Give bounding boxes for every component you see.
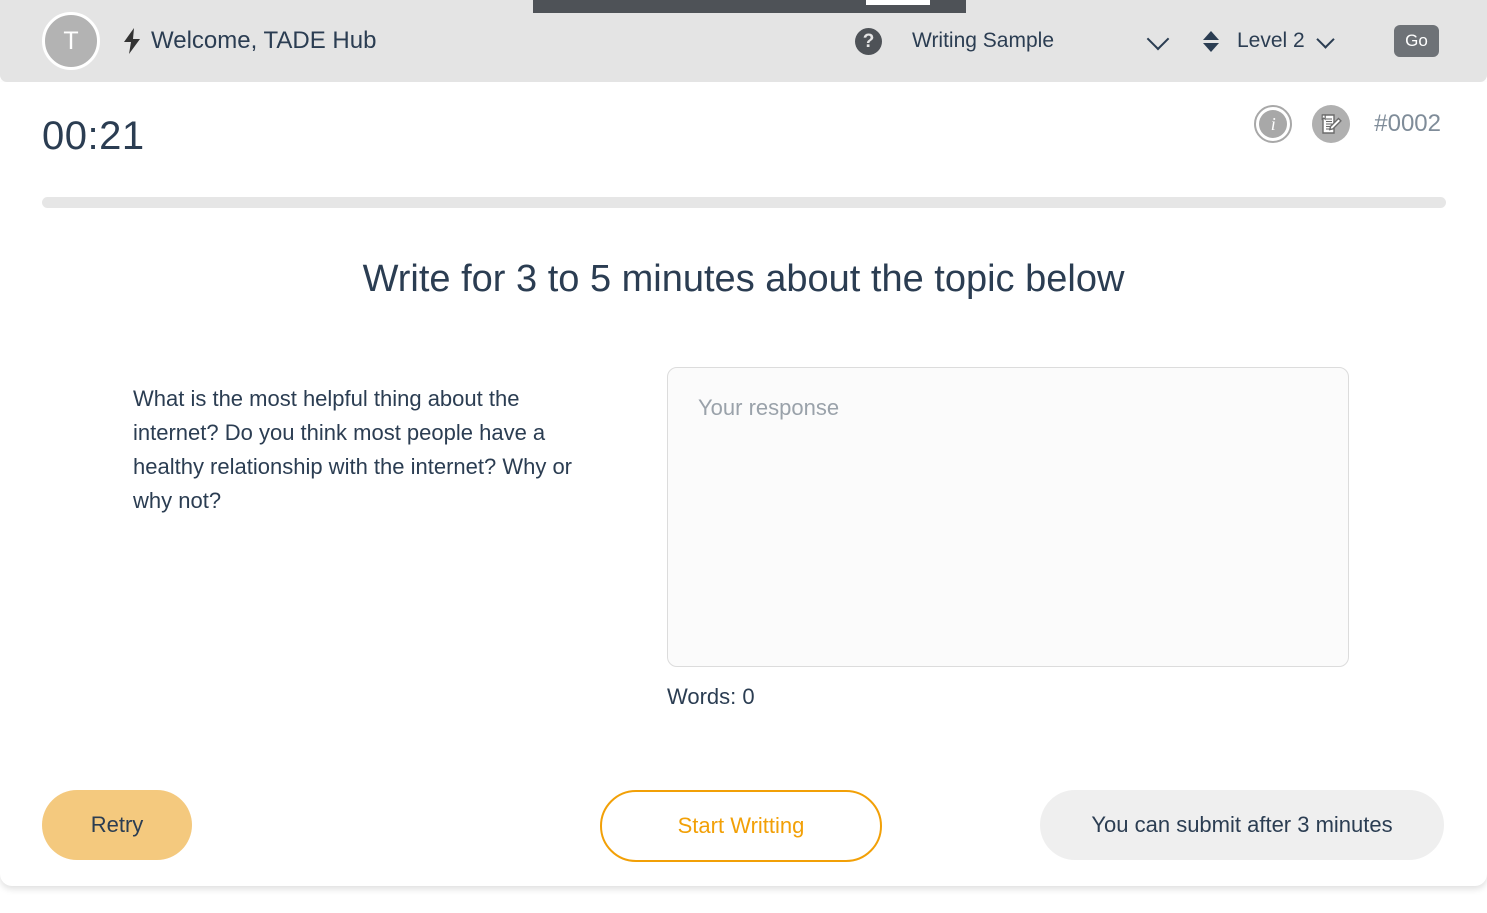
sort-updown-icon (1203, 30, 1219, 52)
level-label: Level 2 (1237, 29, 1305, 52)
bolt-icon (122, 28, 142, 54)
response-input[interactable] (667, 367, 1349, 667)
writing-note-icon[interactable] (1312, 105, 1351, 143)
avatar-initial: T (63, 26, 79, 55)
progress-bar[interactable] (42, 197, 1446, 208)
word-count: Words: 0 (667, 684, 755, 709)
status-cluster: i #0002 (1254, 105, 1441, 143)
level-selector[interactable]: Level 2 (1203, 0, 1335, 82)
footer-actions: Retry Start Writting You can submit afte… (0, 790, 1487, 870)
help-icon-glyph: ? (862, 30, 875, 52)
page-title: Write for 3 to 5 minutes about the topic… (362, 258, 1125, 300)
welcome-text: Welcome, TADE Hub (151, 27, 377, 54)
countdown-timer: 00:21 (42, 114, 145, 158)
attempt-id: #0002 (1374, 110, 1441, 137)
app-screen: T Welcome, TADE Hub ? Writing Sample Lev… (0, 0, 1487, 913)
start-writing-button[interactable]: Start Writting (600, 790, 882, 862)
header-left-group: T Welcome, TADE Hub (0, 12, 376, 70)
retry-button[interactable]: Retry (42, 790, 192, 860)
chevron-down-icon-level[interactable] (1316, 29, 1335, 50)
go-button[interactable]: Go (1394, 25, 1439, 57)
top-overlay-highlight (866, 0, 930, 5)
prompt-text: What is the most helpful thing about the… (133, 386, 573, 513)
avatar[interactable]: T (42, 12, 100, 70)
help-icon[interactable]: ? (855, 27, 882, 55)
info-icon-glyph: i (1259, 110, 1288, 138)
chevron-down-icon[interactable] (1146, 27, 1170, 52)
submit-button: You can submit after 3 minutes (1040, 790, 1444, 860)
main-card: 00:21 i #0002 Write for 3 to 5 minutes a… (0, 82, 1487, 886)
activity-name: Writing Sample (912, 29, 1054, 52)
info-icon[interactable]: i (1254, 105, 1293, 143)
